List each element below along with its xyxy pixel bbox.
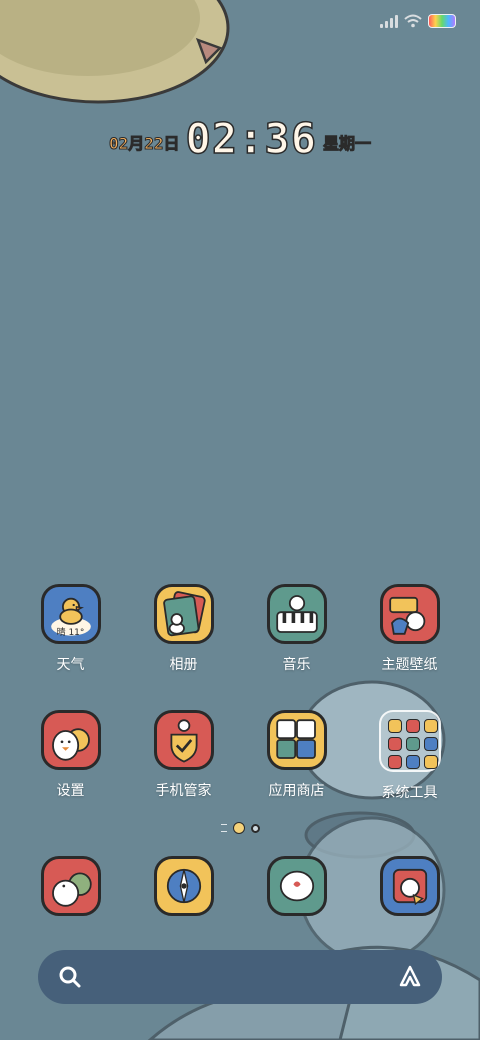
- messages-duck-icon: [266, 856, 327, 916]
- dock-phone[interactable]: [14, 856, 127, 916]
- camera-duck-icon: [379, 856, 440, 916]
- dock-camera[interactable]: [353, 856, 466, 916]
- signal-icon: [380, 14, 398, 28]
- folder-app-mini-icon: [405, 719, 420, 733]
- page-dot-icon: [250, 823, 260, 833]
- dock-browser[interactable]: [127, 856, 240, 916]
- weather-text: 晴 11°: [56, 628, 85, 638]
- folder-app-mini-icon: [387, 755, 402, 769]
- app-security[interactable]: 手机管家: [127, 710, 240, 802]
- folder-app-mini-icon: [423, 755, 438, 769]
- folder-icon: [378, 710, 441, 772]
- home-row-2: 设置 手机管家 应用商店 系统工具: [14, 710, 466, 802]
- phone-duck-icon: [40, 856, 101, 916]
- dock: [14, 856, 466, 916]
- clock-widget[interactable]: 02月22日 02:36 星期一: [0, 114, 480, 163]
- clock-time: 02:36: [185, 114, 317, 163]
- gallery-duck-icon: [153, 584, 214, 644]
- music-duck-icon: [266, 584, 327, 644]
- clock-weekday: 星期一: [322, 134, 371, 154]
- app-label: 相册: [169, 657, 198, 673]
- search-bar[interactable]: [38, 950, 442, 1004]
- search-icon: [59, 966, 81, 988]
- page-indicator[interactable]: [0, 822, 480, 834]
- app-settings[interactable]: 设置: [14, 710, 127, 802]
- home-page-dot-icon: [232, 822, 245, 834]
- folder-app-mini-icon: [387, 737, 402, 751]
- weather-duck-icon: 晴 11°: [40, 584, 101, 644]
- folder-app-mini-icon: [423, 737, 438, 751]
- list-view-icon: [220, 824, 227, 832]
- app-label: 手机管家: [155, 783, 212, 799]
- browser-duck-icon: [153, 856, 214, 916]
- app-gallery[interactable]: 相册: [127, 584, 240, 674]
- assistant-icon[interactable]: [396, 963, 424, 991]
- app-weather[interactable]: 晴 11° 天气: [14, 584, 127, 674]
- wifi-icon: [404, 14, 422, 28]
- app-label: 主题壁纸: [381, 657, 438, 673]
- app-label: 应用商店: [268, 783, 325, 799]
- app-music[interactable]: 音乐: [240, 584, 353, 674]
- app-label: 天气: [56, 657, 85, 673]
- folder-app-mini-icon: [423, 719, 438, 733]
- settings-duck-icon: [40, 710, 101, 770]
- theme-duck-icon: [379, 584, 440, 644]
- security-duck-icon: [153, 710, 214, 770]
- app-themes[interactable]: 主题壁纸: [353, 584, 466, 674]
- folder-app-mini-icon: [387, 719, 402, 733]
- app-label: 音乐: [282, 657, 311, 673]
- clock-date: 02月22日: [109, 134, 181, 154]
- app-label: 设置: [56, 783, 85, 799]
- folder-app-mini-icon: [405, 755, 420, 769]
- app-folder-system-tools[interactable]: 系统工具: [353, 710, 466, 802]
- battery-icon: [428, 14, 456, 28]
- app-store[interactable]: 应用商店: [240, 710, 353, 802]
- app-label: 系统工具: [381, 785, 438, 801]
- app-store-duck-icon: [266, 710, 327, 770]
- folder-app-mini-icon: [405, 737, 420, 751]
- status-bar: [380, 10, 456, 32]
- dock-messages[interactable]: [240, 856, 353, 916]
- planet-illustration: [0, 0, 230, 104]
- home-row-1: 晴 11° 天气 相册 音乐 主题壁纸: [14, 584, 466, 674]
